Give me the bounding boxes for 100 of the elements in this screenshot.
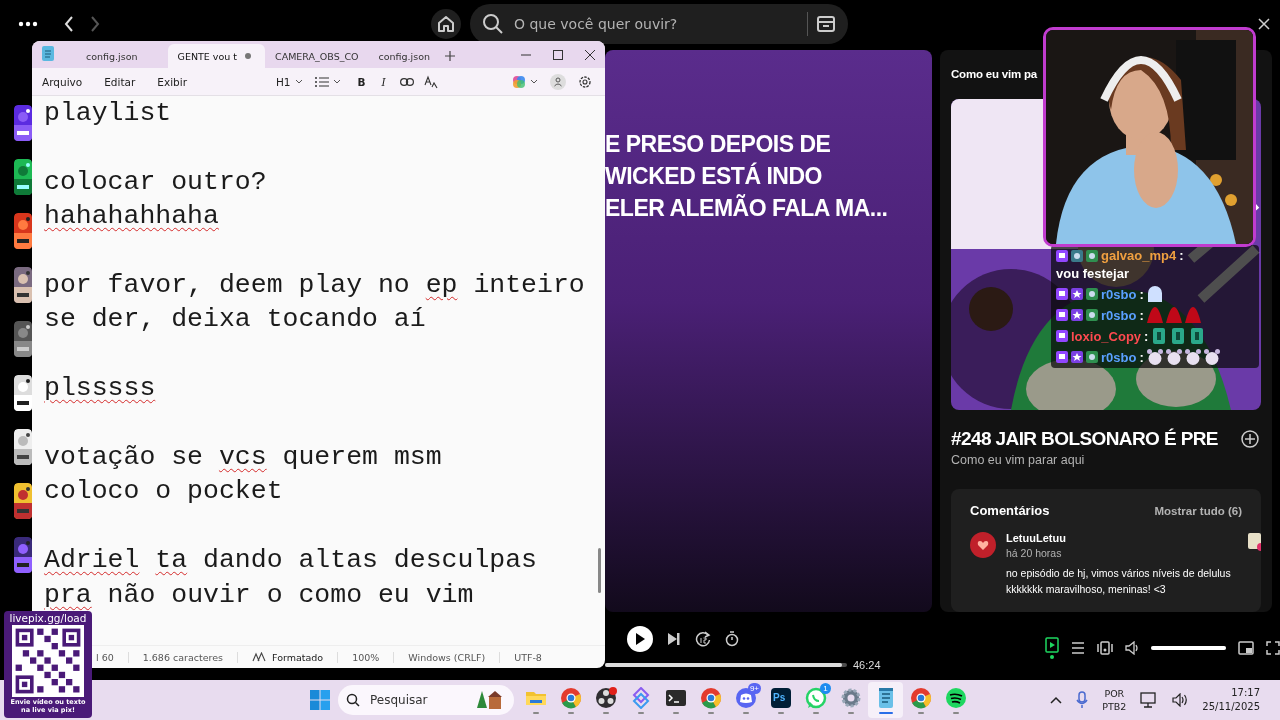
badge-icon xyxy=(1086,309,1098,321)
copilot-dropdown[interactable] xyxy=(511,74,538,89)
mini-player-icon[interactable] xyxy=(1238,641,1254,655)
heading-dropdown[interactable]: H1 xyxy=(275,75,303,88)
show-name[interactable]: Como eu vim parar aqui xyxy=(951,453,1261,467)
menu-item[interactable]: Editar xyxy=(104,75,136,88)
taskbar-search-bar[interactable]: Pesquisar xyxy=(338,685,514,715)
text-line: votação se vcs querem msm xyxy=(44,441,442,474)
menu-item[interactable]: Arquivo xyxy=(42,75,83,88)
notepad-icon xyxy=(42,45,54,61)
home-button[interactable] xyxy=(431,9,461,39)
play-button[interactable] xyxy=(627,626,653,652)
badge-icon xyxy=(1086,351,1098,363)
network-icon[interactable] xyxy=(1140,692,1159,708)
spellcheck-icon[interactable] xyxy=(423,74,438,89)
skip-next-icon[interactable] xyxy=(667,632,681,646)
volume-icon[interactable] xyxy=(1125,641,1139,655)
scrollbar-thumb[interactable] xyxy=(598,548,601,593)
banner-text: E PRESO DEPOIS DE xyxy=(605,130,832,159)
taskbar-app-button[interactable]: 9+ xyxy=(728,682,763,718)
play-icon xyxy=(635,633,645,645)
text-line: se der, deixa tocando aí xyxy=(44,303,426,337)
skip-forward-15-icon[interactable] xyxy=(695,631,711,647)
photo-editor-icon xyxy=(769,686,792,709)
file-tab[interactable]: config.json xyxy=(66,44,168,68)
clock-time[interactable]: 17:17 xyxy=(1231,686,1260,700)
chevron-up-icon[interactable] xyxy=(1050,696,1063,704)
search-field[interactable]: O que você quer ouvir? xyxy=(512,15,799,33)
multicolor-swirl-icon xyxy=(511,74,526,89)
browser-icon xyxy=(559,686,582,709)
chat-separator: : xyxy=(1139,307,1144,323)
list-dropdown[interactable] xyxy=(314,76,341,87)
taskbar-search-field[interactable]: Pesquisar xyxy=(368,692,468,708)
star-badge-icon xyxy=(1071,288,1083,300)
settings-icon[interactable] xyxy=(577,74,592,89)
emote-icon xyxy=(1165,307,1182,323)
status-text: 1.686 caracteres xyxy=(142,651,224,663)
menu-item[interactable]: Exibir xyxy=(157,75,187,88)
browser-icon xyxy=(699,686,722,709)
search-bar[interactable]: O que você quer ouvir? xyxy=(470,4,848,44)
comment-author: LetuuLetuu xyxy=(1006,532,1067,544)
chat-username: loxio_Copy xyxy=(1071,328,1142,344)
clock-date[interactable]: 25/11/2025 xyxy=(1202,700,1260,714)
status-text: l 60 xyxy=(96,651,114,663)
badge-icon xyxy=(1086,249,1098,262)
text-line: Adriel ta dando altas desculpas xyxy=(44,544,537,578)
notification-count: 1 xyxy=(820,683,831,694)
duration-label: 46:24 xyxy=(853,659,881,671)
sleep-timer-icon[interactable] xyxy=(725,631,739,647)
now-playing-view-icon[interactable] xyxy=(1045,637,1059,653)
sticker-icon xyxy=(1246,532,1261,552)
link-icon[interactable] xyxy=(399,77,414,86)
text-line: colocar outro? xyxy=(44,165,267,199)
episode-title: #248 JAIR BOLSONARO É PRE xyxy=(951,428,1219,450)
record-icon xyxy=(594,686,617,709)
file-tab[interactable]: GENTE vou t xyxy=(167,44,265,68)
volume-icon[interactable] xyxy=(1172,693,1189,707)
file-tab[interactable]: CAMERA_OBS_CO xyxy=(265,44,369,68)
emote-icon xyxy=(1146,286,1163,302)
emote-icon xyxy=(1146,349,1163,365)
chat-username: r0sbo xyxy=(1101,349,1137,365)
menu-icon[interactable] xyxy=(18,21,38,27)
badge-icon xyxy=(1071,249,1083,262)
language-indicator[interactable]: POR xyxy=(1104,687,1125,700)
start-icon[interactable] xyxy=(310,690,330,710)
speaker-device-icon[interactable] xyxy=(1097,641,1113,655)
text-line: pra não ouvir o como eu vim xyxy=(44,578,474,612)
badge-icon xyxy=(1056,330,1068,342)
banner-text: WICKED ESTÁ INDO xyxy=(605,161,823,191)
emote-icon xyxy=(1170,328,1187,344)
status-text: UTF-8 xyxy=(514,651,542,663)
add-tab-icon[interactable] xyxy=(444,50,457,62)
microphone-icon[interactable] xyxy=(1076,691,1089,709)
progress-bar[interactable] xyxy=(605,663,847,667)
add-icon[interactable] xyxy=(1241,430,1259,448)
taskbar-app-button[interactable]: Ps xyxy=(763,682,798,718)
file-tab[interactable]: config.json xyxy=(368,44,441,68)
emote-icon xyxy=(1165,349,1182,365)
emote-icon xyxy=(1146,307,1163,323)
close-icon[interactable] xyxy=(585,49,595,60)
language-indicator[interactable]: PTB2 xyxy=(1102,700,1127,713)
queue-icon[interactable] xyxy=(1071,641,1085,655)
fullscreen-icon[interactable] xyxy=(1266,641,1280,655)
maximize-icon[interactable] xyxy=(553,49,563,60)
browse-icon[interactable] xyxy=(816,15,836,33)
caret-icon xyxy=(332,79,341,84)
chat-username: galvao_mp4 xyxy=(1101,248,1177,263)
volume-slider[interactable] xyxy=(1151,646,1226,650)
account-icon[interactable] xyxy=(549,73,566,90)
text-line: hahahahhaha xyxy=(44,200,219,234)
italic-button[interactable]: I xyxy=(381,75,386,88)
music-app-icon xyxy=(944,686,967,709)
badge-icon xyxy=(1056,288,1068,300)
bold-button[interactable]: B xyxy=(357,75,366,88)
search-icon xyxy=(346,693,360,707)
show-all-link[interactable]: Mostrar tudo (6) xyxy=(1154,504,1242,517)
text-line: coloco o pocket xyxy=(44,475,283,509)
taskbar-app-button[interactable]: 1 xyxy=(798,682,833,718)
text-line: playlist xyxy=(44,97,172,130)
badge-icon xyxy=(1056,351,1068,363)
